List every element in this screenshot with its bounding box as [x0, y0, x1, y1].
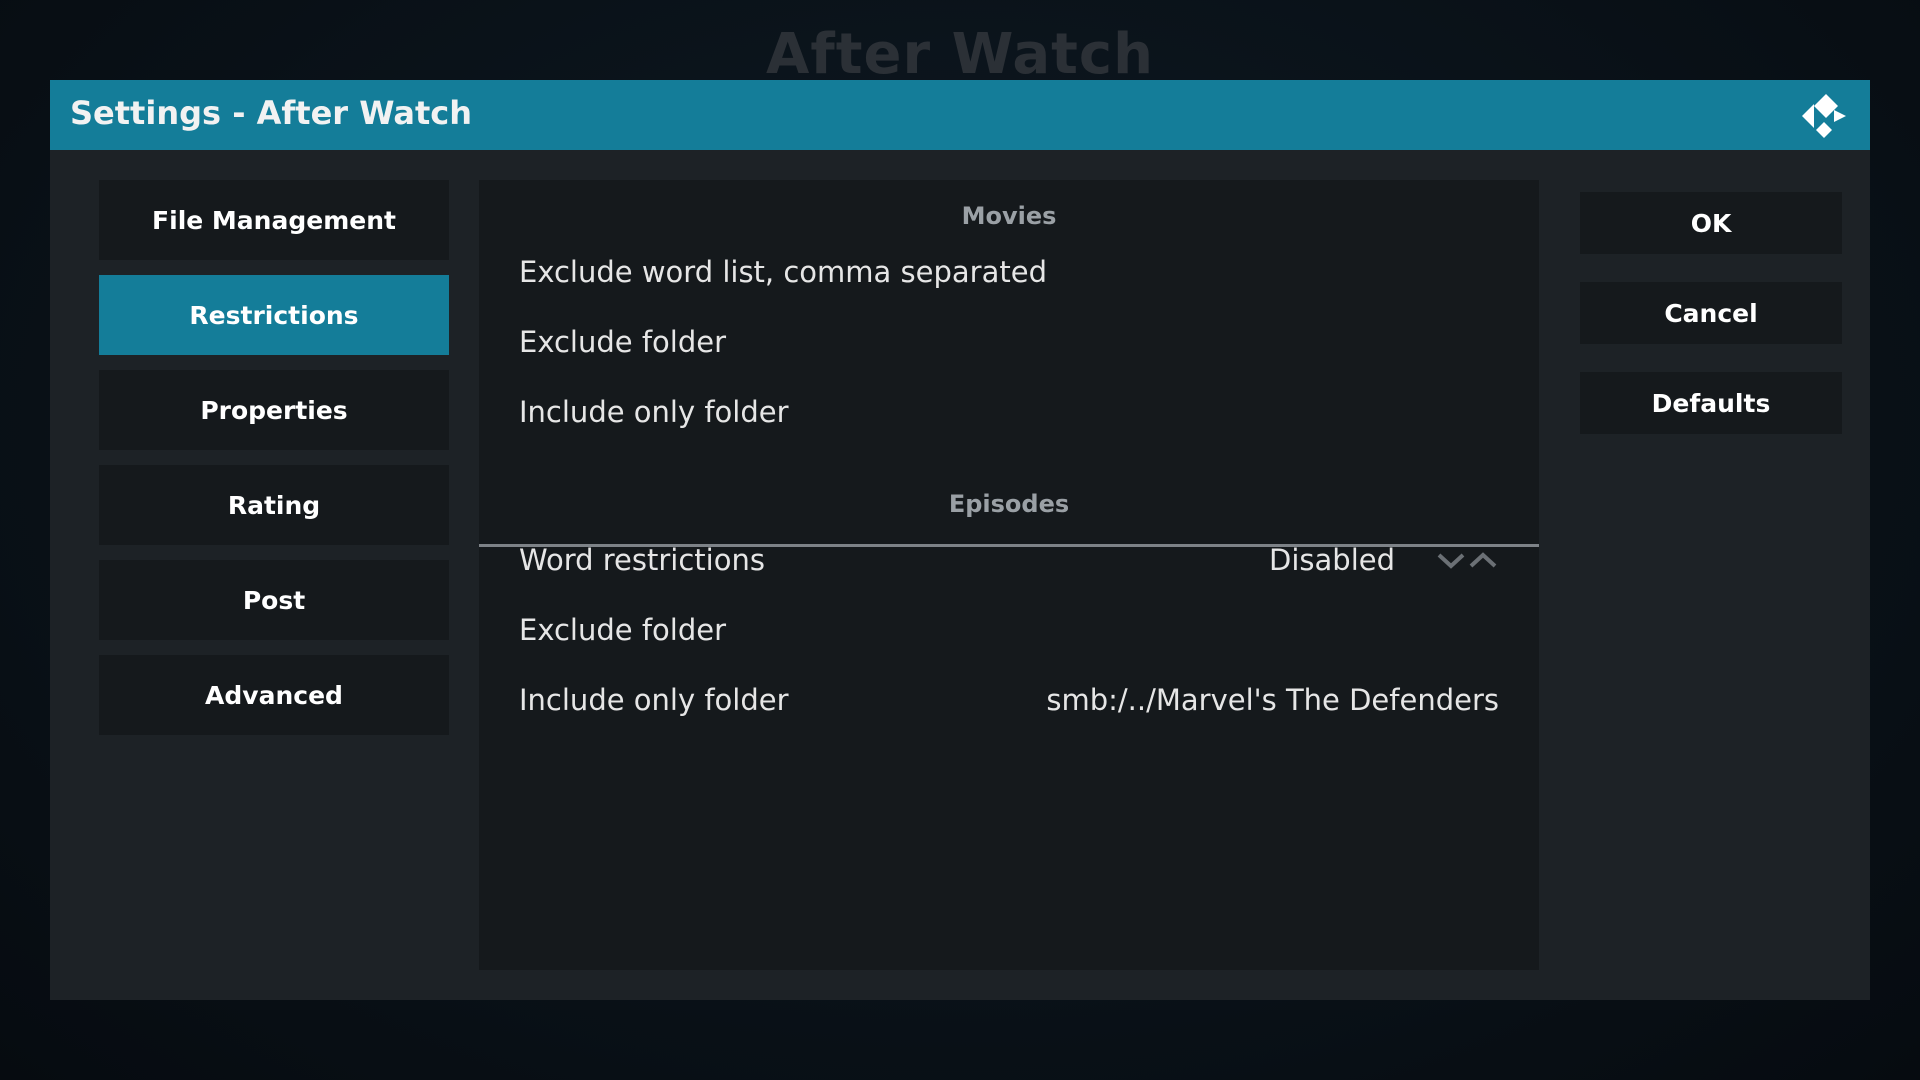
cancel-button[interactable]: Cancel [1580, 282, 1842, 344]
setting-movies-include-only-folder[interactable]: Include only folder [519, 382, 1499, 442]
setting-label: Exclude word list, comma separated [519, 255, 1047, 289]
setting-label: Include only folder [519, 683, 789, 717]
setting-episodes-word-restrictions[interactable]: Word restrictions Disabled [519, 530, 1499, 590]
category-advanced[interactable]: Advanced [99, 655, 449, 735]
ok-button[interactable]: OK [1580, 192, 1842, 254]
category-restrictions[interactable]: Restrictions [99, 275, 449, 355]
settings-dialog: Settings - After Watch File Management R… [50, 80, 1870, 1000]
value-spinner [1435, 550, 1499, 570]
chevron-up-icon[interactable] [1467, 550, 1499, 570]
setting-movies-exclude-folder[interactable]: Exclude folder [519, 312, 1499, 372]
dialog-title: Settings - After Watch [70, 94, 473, 132]
kodi-logo-icon [1802, 94, 1846, 138]
setting-episodes-exclude-folder[interactable]: Exclude folder [519, 600, 1499, 660]
setting-label: Exclude folder [519, 613, 727, 647]
dialog-titlebar: Settings - After Watch [50, 80, 1870, 150]
setting-episodes-include-only-folder[interactable]: Include only folder smb:/../Marvel's The… [519, 670, 1499, 730]
setting-movies-exclude-word-list[interactable]: Exclude word list, comma separated [519, 242, 1499, 302]
section-header-movies: Movies [961, 202, 1057, 230]
setting-value: smb:/../Marvel's The Defenders [1046, 683, 1499, 717]
background-title: After Watch [766, 22, 1154, 87]
setting-label: Include only folder [519, 395, 789, 429]
category-rating[interactable]: Rating [99, 465, 449, 545]
section-header-episodes: Episodes [948, 490, 1070, 518]
setting-label: Exclude folder [519, 325, 727, 359]
category-properties[interactable]: Properties [99, 370, 449, 450]
setting-label: Word restrictions [519, 543, 765, 577]
chevron-down-icon[interactable] [1435, 550, 1467, 570]
setting-value: Disabled [1269, 543, 1395, 577]
category-post[interactable]: Post [99, 560, 449, 640]
settings-panel: Movies Exclude word list, comma separate… [479, 180, 1539, 970]
category-file-management[interactable]: File Management [99, 180, 449, 260]
setting-value-group: Disabled [1269, 543, 1499, 577]
defaults-button[interactable]: Defaults [1580, 372, 1842, 434]
